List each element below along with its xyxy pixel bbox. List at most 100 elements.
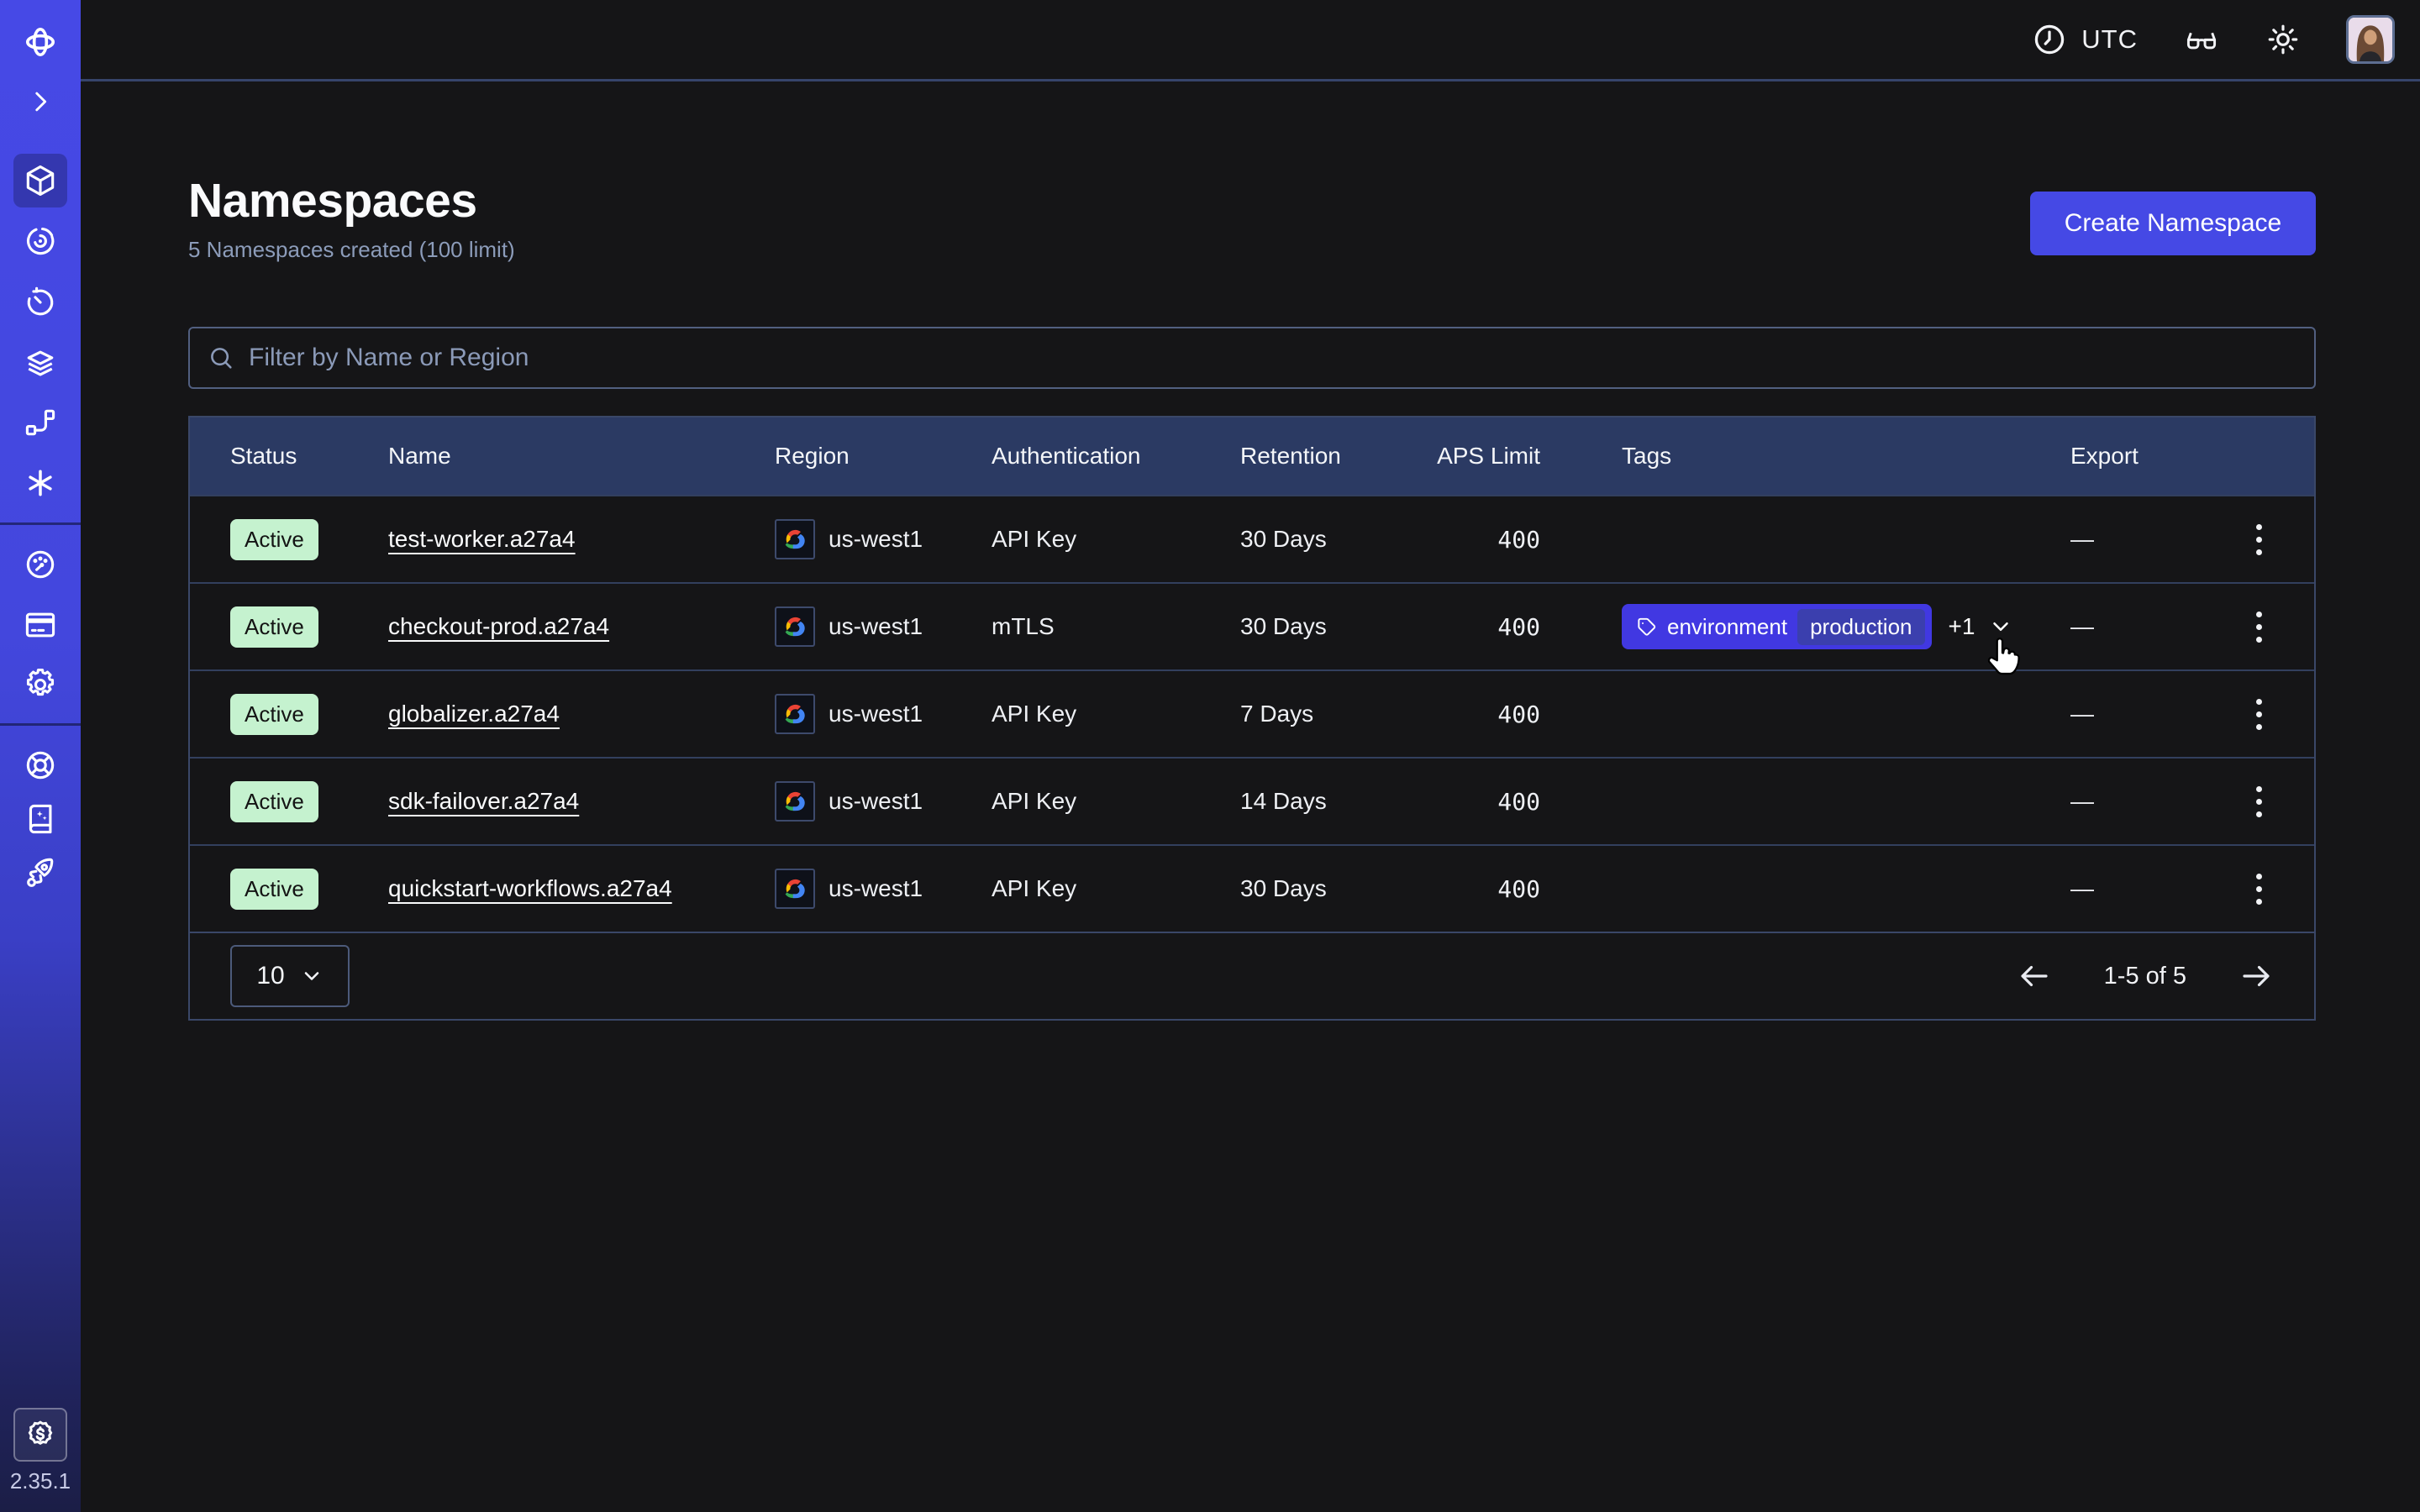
row-menu-button[interactable] (2244, 516, 2274, 564)
namespace-link[interactable]: globalizer.a27a4 (388, 701, 560, 727)
auth-label: API Key (992, 788, 1240, 815)
sidebar-expand-button[interactable] (13, 75, 67, 129)
aps-limit-value: 400 (1434, 613, 1622, 641)
export-value: — (2070, 701, 2196, 727)
auth-label: API Key (992, 701, 1240, 727)
page-size-value: 10 (256, 962, 284, 990)
page-subtitle: 5 Namespaces created (100 limit) (188, 237, 515, 263)
retention-label: 14 Days (1240, 788, 1434, 815)
status-badge: Active (230, 694, 318, 735)
google-cloud-icon (775, 694, 815, 734)
chevron-down-icon (300, 964, 324, 988)
sidebar-item-schedules[interactable] (13, 276, 67, 329)
google-cloud-icon (775, 519, 815, 559)
retention-label: 30 Days (1240, 875, 1434, 902)
sidebar-item-nexus[interactable] (13, 456, 67, 510)
row-menu-button[interactable] (2244, 603, 2274, 651)
row-menu-button[interactable] (2244, 690, 2274, 738)
table-row: Active globalizer.a27a4 us-west1 API Key… (190, 669, 2314, 757)
tag-key: environment (1667, 614, 1787, 640)
create-namespace-button[interactable]: Create Namespace (2030, 192, 2316, 255)
status-badge: Active (230, 606, 318, 648)
tag-pill[interactable]: environment production (1622, 604, 1932, 649)
aps-limit-value: 400 (1434, 788, 1622, 816)
filter-bar (188, 327, 2316, 389)
col-region: Region (775, 443, 992, 470)
region-label: us-west1 (829, 613, 923, 640)
app-window: 2.35.1 UTC Namespaces 5 Namespaces creat… (0, 0, 2420, 1512)
sidebar-item-docs[interactable] (13, 792, 67, 846)
sidebar-item-deployments[interactable] (13, 396, 67, 449)
tag-value: production (1797, 609, 1924, 645)
tags-more-count: +1 (1949, 613, 1975, 640)
app-version: 2.35.1 (0, 1468, 81, 1494)
retention-label: 30 Days (1240, 613, 1434, 640)
table-row: Active quickstart-workflows.a27a4 us-wes… (190, 844, 2314, 932)
sidebar: 2.35.1 (0, 0, 81, 1512)
sidebar-item-batch-operations[interactable] (13, 336, 67, 390)
table-row: Active test-worker.a27a4 us-west1 API Ke… (190, 495, 2314, 582)
sidebar-item-namespaces[interactable] (13, 154, 67, 207)
auth-label: mTLS (992, 613, 1240, 640)
export-value: — (2070, 788, 2196, 815)
auth-label: API Key (992, 526, 1240, 553)
export-value: — (2070, 526, 2196, 553)
namespace-link[interactable]: checkout-prod.a27a4 (388, 613, 609, 639)
page-title: Namespaces (188, 173, 515, 228)
sidebar-divider (0, 522, 81, 525)
namespace-link[interactable]: sdk-failover.a27a4 (388, 788, 579, 814)
col-status: Status (230, 443, 388, 470)
col-export: Export (2070, 443, 2196, 470)
previous-page-button[interactable] (2017, 958, 2052, 994)
col-name: Name (388, 443, 775, 470)
plan-badge-button[interactable] (13, 1408, 67, 1462)
tag-icon (1635, 616, 1657, 638)
table-footer: 10 1-5 of 5 (190, 932, 2314, 1019)
row-menu-button[interactable] (2244, 778, 2274, 826)
cursor-pointer (1981, 635, 2023, 677)
retention-label: 7 Days (1240, 701, 1434, 727)
search-icon (207, 344, 235, 372)
col-tags: Tags (1622, 443, 2070, 470)
filter-input[interactable] (249, 344, 2297, 372)
page-size-select[interactable]: 10 (230, 945, 350, 1007)
export-value: — (2070, 875, 2196, 902)
pagination-range: 1-5 of 5 (2104, 963, 2186, 990)
sidebar-item-usage[interactable] (13, 538, 67, 591)
google-cloud-icon (775, 606, 815, 647)
export-value: — (2070, 613, 2196, 640)
region-label: us-west1 (829, 788, 923, 815)
namespaces-table: Status Name Region Authentication Retent… (188, 416, 2316, 1021)
namespace-link[interactable]: test-worker.a27a4 (388, 526, 576, 552)
sidebar-item-billing[interactable] (13, 598, 67, 652)
temporal-logo-icon (13, 15, 67, 69)
col-auth: Authentication (992, 443, 1240, 470)
sidebar-item-getting-started[interactable] (13, 847, 67, 900)
region-label: us-west1 (829, 526, 923, 553)
aps-limit-value: 400 (1434, 701, 1622, 728)
user-avatar[interactable] (2346, 15, 2395, 64)
sidebar-item-settings[interactable] (13, 658, 67, 711)
region-label: us-west1 (829, 875, 923, 902)
region-label: us-west1 (829, 701, 923, 727)
auth-label: API Key (992, 875, 1240, 902)
col-retention: Retention (1240, 443, 1434, 470)
next-page-button[interactable] (2238, 958, 2274, 994)
table-header: Status Name Region Authentication Retent… (190, 417, 2314, 495)
status-badge: Active (230, 869, 318, 910)
aps-limit-value: 400 (1434, 526, 1622, 554)
aps-limit-value: 400 (1434, 875, 1622, 903)
sidebar-divider (0, 723, 81, 726)
table-row: Active sdk-failover.a27a4 us-west1 API K… (190, 757, 2314, 844)
sidebar-item-workflows[interactable] (13, 214, 67, 268)
retention-label: 30 Days (1240, 526, 1434, 553)
google-cloud-icon (775, 869, 815, 909)
sidebar-item-support[interactable] (13, 738, 67, 792)
main-content: Namespaces 5 Namespaces created (100 lim… (188, 0, 2316, 1021)
col-aps-limit: APS Limit (1434, 443, 1622, 470)
row-menu-button[interactable] (2244, 865, 2274, 913)
google-cloud-icon (775, 781, 815, 822)
status-badge: Active (230, 781, 318, 822)
namespace-link[interactable]: quickstart-workflows.a27a4 (388, 875, 672, 901)
status-badge: Active (230, 519, 318, 560)
